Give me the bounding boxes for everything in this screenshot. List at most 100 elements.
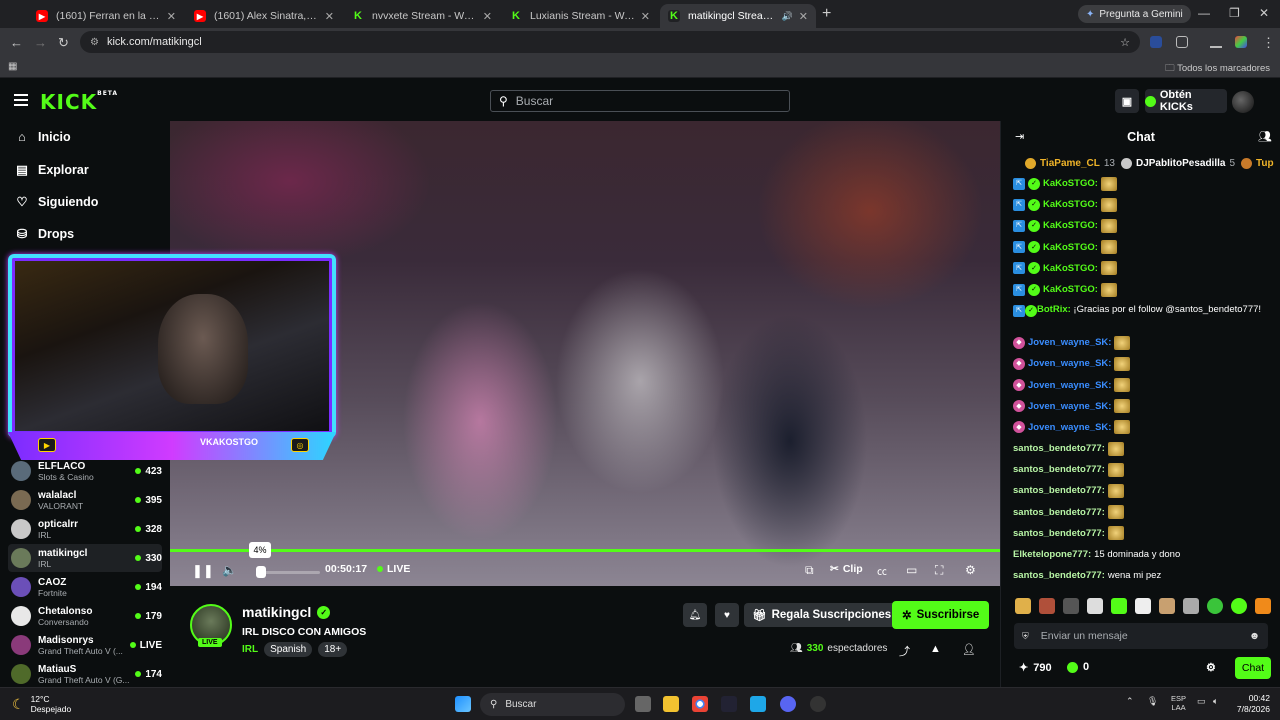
send-chat-button[interactable]: Chat bbox=[1235, 657, 1271, 679]
chat-username[interactable]: KaKoSTGO: bbox=[1043, 279, 1098, 300]
language-tag[interactable]: Spanish bbox=[264, 642, 313, 657]
pause-button[interactable]: ❚❚ bbox=[192, 563, 214, 579]
site-info-icon[interactable]: ⚙ bbox=[90, 37, 99, 48]
forward-button[interactable]: → bbox=[34, 35, 47, 50]
chat-username[interactable]: santos_bendeto777: bbox=[1013, 523, 1105, 544]
audio-icon[interactable]: 🔊 bbox=[782, 11, 793, 22]
chat-username[interactable]: Joven_wayne_SK: bbox=[1028, 332, 1111, 353]
close-icon[interactable]: ✕ bbox=[799, 10, 808, 23]
apps-grid-icon[interactable]: ▦ bbox=[8, 61, 17, 72]
followed-channel[interactable]: opticalrr IRL 328 bbox=[8, 515, 162, 543]
chat-username[interactable]: Joven_wayne_SK: bbox=[1028, 396, 1111, 417]
nav-drops[interactable]: ⛁ Drops bbox=[16, 226, 74, 242]
library-button[interactable]: ▣ bbox=[1115, 89, 1139, 113]
profile-icon[interactable] bbox=[1235, 36, 1247, 48]
get-kicks-button[interactable]: Obtén KICKs bbox=[1145, 89, 1227, 113]
chat-username[interactable]: KaKoSTGO: bbox=[1043, 215, 1098, 236]
clip-button[interactable]: ✂ Clip bbox=[830, 563, 863, 575]
followed-channel[interactable]: Madisonrys Grand Theft Auto V (... LIVE bbox=[8, 631, 162, 659]
taskbar-search[interactable]: ⚲ Buscar bbox=[480, 693, 625, 716]
emote-icon[interactable] bbox=[1159, 598, 1175, 614]
chat-users-icon[interactable]: 👥︎ bbox=[1258, 130, 1272, 143]
reload-button[interactable]: ↻ bbox=[58, 35, 69, 51]
chat-username[interactable]: KaKoSTGO: bbox=[1043, 194, 1098, 215]
streamer-name[interactable]: matikingcl ✓ bbox=[242, 604, 331, 620]
chat-username[interactable]: santos_bendeto777: bbox=[1013, 502, 1105, 523]
chat-username[interactable]: santos_bendeto777: bbox=[1013, 459, 1105, 480]
nav-following[interactable]: ♡ Siguiendo bbox=[16, 194, 98, 210]
emote-icon[interactable] bbox=[1063, 598, 1079, 614]
gifter[interactable]: TiaPame_CL 13 bbox=[1025, 158, 1115, 169]
emote-icon[interactable] bbox=[1015, 598, 1031, 614]
menu-dots-icon[interactable]: ⋮ bbox=[1262, 35, 1275, 51]
new-tab-button[interactable]: + bbox=[822, 5, 831, 23]
chat-username[interactable]: KaKoSTGO: bbox=[1043, 173, 1098, 194]
followed-channel[interactable]: walalacl VALORANT 395 bbox=[8, 486, 162, 514]
chat-username[interactable]: Joven_wayne_SK: bbox=[1028, 353, 1111, 374]
language-indicator[interactable]: ESP LAA bbox=[1171, 694, 1186, 712]
network-icon[interactable]: ▭ bbox=[1197, 696, 1206, 707]
report-icon[interactable]: ▲ bbox=[930, 643, 941, 655]
subscribe-button[interactable]: ✲ Suscribirse bbox=[892, 601, 990, 629]
nav-explore[interactable]: ▤ Explorar bbox=[16, 162, 89, 178]
app-icon[interactable] bbox=[721, 696, 737, 712]
search-input[interactable]: ⚲ Buscar bbox=[490, 90, 790, 112]
followed-channel[interactable]: ELFLACO Slots & Casino 423 bbox=[8, 457, 162, 485]
gifter[interactable]: DJPabIitoPesadilla 5 bbox=[1120, 158, 1235, 169]
microphone-icon[interactable]: 🎙︎ bbox=[1147, 696, 1158, 707]
task-view-icon[interactable] bbox=[635, 696, 651, 712]
fullscreen-button[interactable]: ⛶ bbox=[935, 563, 943, 578]
chat-username[interactable]: BotRix: bbox=[1037, 304, 1071, 315]
chat-username[interactable]: Joven_wayne_SK: bbox=[1028, 375, 1111, 396]
volume-icon[interactable]: 🔈︎ bbox=[1213, 696, 1218, 707]
menu-icon[interactable] bbox=[14, 94, 28, 106]
close-icon[interactable]: ✕ bbox=[641, 10, 650, 23]
extension-icon[interactable] bbox=[1150, 36, 1162, 48]
browser-tab[interactable]: K Luxianis Stream - Watch Live on ✕ bbox=[502, 4, 658, 28]
rating-tag[interactable]: 18+ bbox=[318, 642, 348, 657]
browser-tab-active[interactable]: K matikingcl Stream - Watch 🔊 ✕ bbox=[660, 4, 816, 28]
settings-button[interactable]: ⚙ bbox=[965, 563, 976, 577]
window-close-button[interactable]: ✕ bbox=[1259, 6, 1269, 20]
volume-slider[interactable] bbox=[260, 571, 320, 574]
browser-tab[interactable]: ▶ (1601) Ferran en la lista - YouTu ✕ bbox=[28, 4, 184, 28]
browser-tab[interactable]: ▶ (1601) Alex Sinatra, Nickoog Cl ✕ bbox=[186, 4, 342, 28]
chat-username[interactable]: santos_bendeto777: bbox=[1013, 480, 1105, 501]
followed-channel[interactable]: MatiauS Grand Theft Auto V (G... 174 bbox=[8, 660, 162, 688]
chat-username[interactable]: Elketelopone777: bbox=[1013, 544, 1091, 565]
chrome-icon[interactable] bbox=[692, 696, 708, 712]
back-button[interactable]: ← bbox=[10, 35, 23, 50]
live-indicator[interactable]: LIVE bbox=[377, 563, 410, 575]
share-icon[interactable]: ⤴ bbox=[899, 643, 910, 659]
live-progress-bar[interactable] bbox=[170, 549, 1000, 552]
emote-icon[interactable] bbox=[1087, 598, 1103, 614]
url-bar[interactable]: ⚙ kick.com/matikingcl ☆ bbox=[80, 31, 1140, 53]
kick-logo[interactable]: KICKBETA bbox=[40, 90, 118, 114]
browser-tab[interactable]: K nvvxete Stream - Watch Live on ✕ bbox=[344, 4, 500, 28]
gift-subs-button[interactable]: 🎁︎ Regala Suscripciones bbox=[744, 603, 900, 627]
chat-username[interactable]: santos_bendeto777: bbox=[1013, 438, 1105, 459]
gifter[interactable]: Tup bbox=[1241, 158, 1274, 169]
kicks-balance[interactable]: 0 bbox=[1067, 661, 1089, 673]
windows-start-icon[interactable] bbox=[455, 696, 471, 712]
miniplayer-button[interactable]: ▭ bbox=[906, 563, 917, 577]
reading-list-icon[interactable] bbox=[1210, 36, 1222, 48]
chat-username[interactable]: KaKoSTGO: bbox=[1043, 237, 1098, 258]
taskbar-clock[interactable]: 00:42 7/8/2026 bbox=[1228, 693, 1270, 715]
emote-icon[interactable] bbox=[1207, 598, 1223, 614]
followed-channel-selected[interactable]: matikingcl IRL 330 bbox=[8, 544, 162, 572]
app-icon[interactable] bbox=[810, 696, 826, 712]
user-options-icon[interactable]: 👤︎ bbox=[962, 643, 976, 656]
close-icon[interactable]: ✕ bbox=[483, 10, 492, 23]
chat-username[interactable]: Joven_wayne_SK: bbox=[1028, 417, 1111, 438]
emote-icon[interactable] bbox=[1183, 598, 1199, 614]
volume-button[interactable]: 🔈 bbox=[222, 563, 237, 577]
chat-username[interactable]: KaKoSTGO: bbox=[1043, 258, 1098, 279]
emote-icon[interactable] bbox=[1135, 598, 1151, 614]
followed-channel[interactable]: CAOZ Fortnite 194 bbox=[8, 573, 162, 601]
close-icon[interactable]: ✕ bbox=[167, 10, 176, 23]
emoji-picker-icon[interactable]: ☻ bbox=[1249, 630, 1260, 642]
maximize-button[interactable]: ❐ bbox=[1229, 6, 1240, 20]
channel-points[interactable]: ✦ 790 bbox=[1019, 661, 1052, 675]
file-explorer-icon[interactable] bbox=[663, 696, 679, 712]
